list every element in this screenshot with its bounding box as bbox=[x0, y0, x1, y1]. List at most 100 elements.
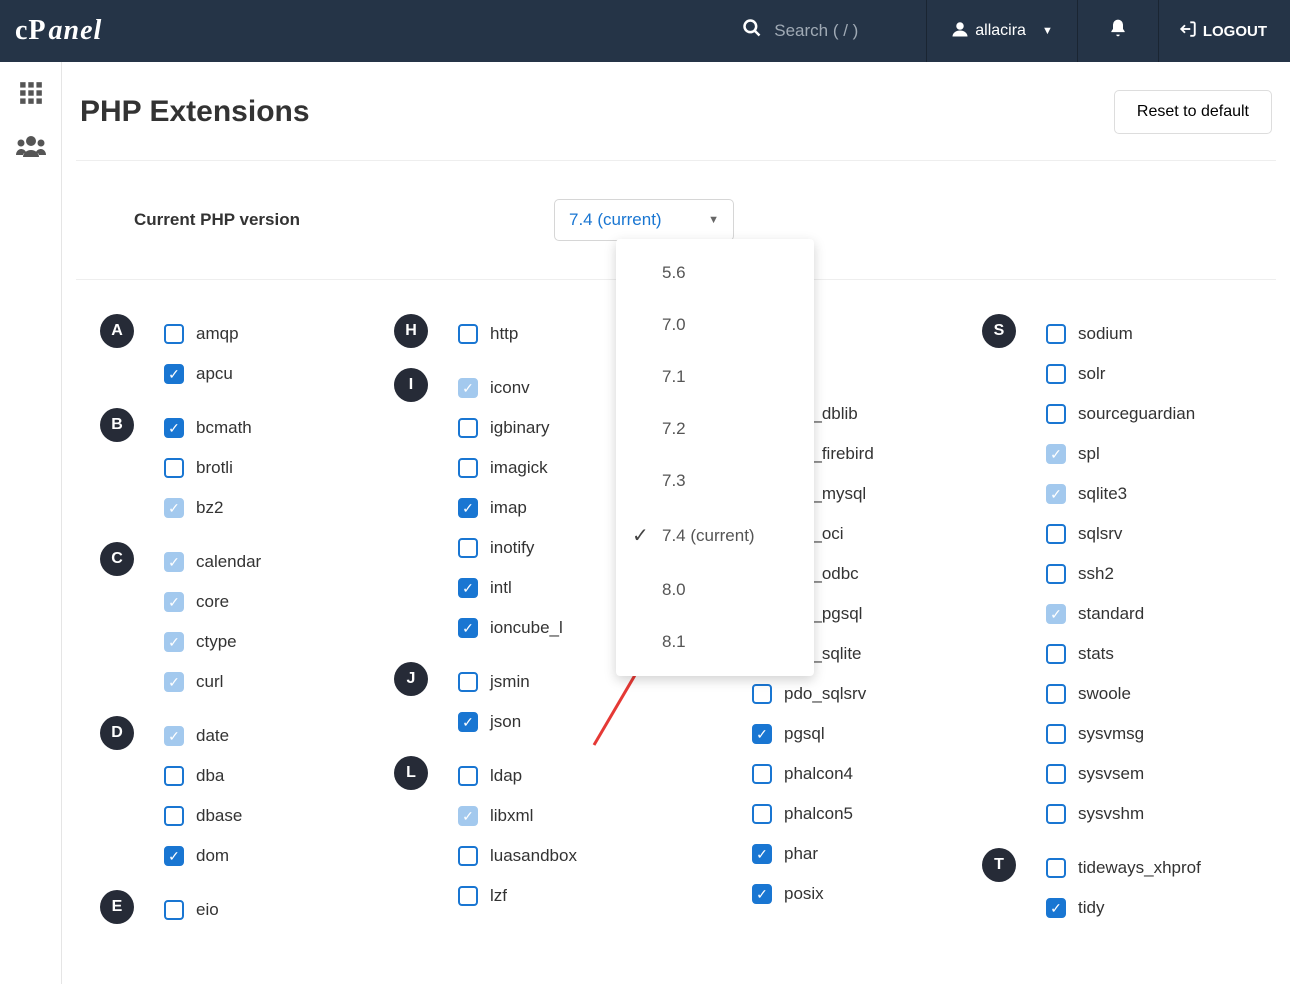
extension-label: sourceguardian bbox=[1078, 404, 1195, 424]
extension-row: eio bbox=[164, 890, 394, 930]
extension-row: ✓date bbox=[164, 716, 394, 756]
logout-button[interactable]: LOGOUT bbox=[1171, 20, 1275, 43]
php-version-select[interactable]: 7.4 (current) ▼ bbox=[554, 199, 734, 241]
extension-checkbox[interactable] bbox=[458, 766, 478, 786]
extension-checkbox[interactable]: ✓ bbox=[164, 632, 184, 652]
extension-checkbox[interactable]: ✓ bbox=[752, 724, 772, 744]
extension-checkbox[interactable]: ✓ bbox=[1046, 604, 1066, 624]
extension-label: phalcon4 bbox=[784, 764, 853, 784]
extension-checkbox[interactable] bbox=[458, 672, 478, 692]
version-option[interactable]: ✓7.4 (current) bbox=[616, 507, 814, 564]
extension-checkbox[interactable]: ✓ bbox=[1046, 898, 1066, 918]
extension-label: sysvshm bbox=[1078, 804, 1144, 824]
version-option[interactable]: 8.0 bbox=[616, 564, 814, 616]
extension-row: ✓apcu bbox=[164, 354, 394, 394]
extension-checkbox[interactable]: ✓ bbox=[458, 618, 478, 638]
extension-label: luasandbox bbox=[490, 846, 577, 866]
extension-row: phalcon4 bbox=[752, 754, 982, 794]
extension-checkbox[interactable]: ✓ bbox=[164, 726, 184, 746]
extension-checkbox[interactable] bbox=[164, 324, 184, 344]
extension-checkbox[interactable]: ✓ bbox=[458, 712, 478, 732]
extension-checkbox[interactable] bbox=[458, 538, 478, 558]
extension-checkbox[interactable] bbox=[752, 804, 772, 824]
search-icon[interactable] bbox=[742, 18, 762, 44]
extension-checkbox[interactable] bbox=[458, 418, 478, 438]
extension-checkbox[interactable]: ✓ bbox=[752, 844, 772, 864]
search-wrap bbox=[742, 18, 914, 44]
extension-checkbox[interactable] bbox=[458, 458, 478, 478]
extension-label: curl bbox=[196, 672, 223, 692]
group-letter-badge: L bbox=[394, 756, 428, 790]
extension-checkbox[interactable]: ✓ bbox=[458, 498, 478, 518]
users-icon[interactable] bbox=[16, 135, 46, 164]
extension-checkbox[interactable] bbox=[1046, 404, 1066, 424]
notifications-button[interactable] bbox=[1090, 18, 1146, 44]
extension-checkbox[interactable]: ✓ bbox=[164, 418, 184, 438]
extension-checkbox[interactable] bbox=[458, 324, 478, 344]
version-option[interactable]: 8.1 bbox=[616, 616, 814, 668]
search-input[interactable] bbox=[774, 21, 914, 41]
group-letter-badge: H bbox=[394, 314, 428, 348]
group-letter-badge: I bbox=[394, 368, 428, 402]
extension-row: solr bbox=[1046, 354, 1276, 394]
version-option[interactable]: 7.2 bbox=[616, 403, 814, 455]
extension-checkbox[interactable] bbox=[1046, 364, 1066, 384]
version-option-label: 8.1 bbox=[662, 632, 686, 652]
extension-label: dbase bbox=[196, 806, 242, 826]
version-option[interactable]: 7.0 bbox=[616, 299, 814, 351]
extension-checkbox[interactable]: ✓ bbox=[458, 578, 478, 598]
extension-checkbox[interactable]: ✓ bbox=[458, 806, 478, 826]
group-letter-badge: A bbox=[100, 314, 134, 348]
reset-to-default-button[interactable]: Reset to default bbox=[1114, 90, 1272, 134]
extension-checkbox[interactable]: ✓ bbox=[752, 884, 772, 904]
extension-row: tideways_xhprof bbox=[1046, 848, 1276, 888]
version-option[interactable]: 7.1 bbox=[616, 351, 814, 403]
extension-checkbox[interactable]: ✓ bbox=[458, 378, 478, 398]
extension-label: imap bbox=[490, 498, 527, 518]
extension-label: bz2 bbox=[196, 498, 223, 518]
extension-label: dom bbox=[196, 846, 229, 866]
apps-grid-icon[interactable] bbox=[18, 80, 44, 113]
extension-checkbox[interactable] bbox=[1046, 858, 1066, 878]
extension-label: imagick bbox=[490, 458, 548, 478]
extension-row: ✓libxml bbox=[458, 796, 688, 836]
extension-checkbox[interactable] bbox=[164, 900, 184, 920]
check-icon: ✓ bbox=[632, 523, 662, 548]
extension-checkbox[interactable] bbox=[1046, 764, 1066, 784]
extension-checkbox[interactable]: ✓ bbox=[164, 498, 184, 518]
extension-checkbox[interactable] bbox=[458, 886, 478, 906]
extension-row: ✓calendar bbox=[164, 542, 394, 582]
extension-row: pdo_sqlsrv bbox=[752, 674, 982, 714]
extension-checkbox[interactable] bbox=[1046, 524, 1066, 544]
extension-checkbox[interactable] bbox=[164, 458, 184, 478]
extension-checkbox[interactable]: ✓ bbox=[164, 592, 184, 612]
extension-checkbox[interactable]: ✓ bbox=[164, 552, 184, 572]
extension-checkbox[interactable] bbox=[752, 684, 772, 704]
extension-checkbox[interactable]: ✓ bbox=[164, 364, 184, 384]
extension-checkbox[interactable] bbox=[458, 846, 478, 866]
user-menu[interactable]: allacira ▼ bbox=[939, 20, 1065, 43]
extension-checkbox[interactable] bbox=[752, 764, 772, 784]
extension-checkbox[interactable]: ✓ bbox=[1046, 444, 1066, 464]
extension-checkbox[interactable] bbox=[1046, 564, 1066, 584]
left-rail bbox=[0, 62, 62, 984]
group-letter-badge: E bbox=[100, 890, 134, 924]
extension-checkbox[interactable]: ✓ bbox=[164, 846, 184, 866]
caret-down-icon: ▼ bbox=[708, 214, 719, 226]
extension-checkbox[interactable] bbox=[164, 806, 184, 826]
extension-checkbox[interactable] bbox=[164, 766, 184, 786]
extension-checkbox[interactable] bbox=[1046, 324, 1066, 344]
extension-checkbox[interactable]: ✓ bbox=[164, 672, 184, 692]
extension-column: Ssodiumsolrsourceguardian✓spl✓sqlite3sql… bbox=[982, 314, 1276, 944]
cpanel-logo[interactable]: cPcPanelanel bbox=[15, 15, 102, 47]
version-option[interactable]: 7.3 bbox=[616, 455, 814, 507]
extension-checkbox[interactable] bbox=[1046, 644, 1066, 664]
extension-checkbox[interactable] bbox=[1046, 724, 1066, 744]
version-option-label: 7.4 (current) bbox=[662, 526, 755, 546]
extension-label: amqp bbox=[196, 324, 239, 344]
extension-checkbox[interactable]: ✓ bbox=[1046, 484, 1066, 504]
extension-checkbox[interactable] bbox=[1046, 684, 1066, 704]
extension-checkbox[interactable] bbox=[1046, 804, 1066, 824]
version-option[interactable]: 5.6 bbox=[616, 247, 814, 299]
extension-row: phalcon5 bbox=[752, 794, 982, 834]
